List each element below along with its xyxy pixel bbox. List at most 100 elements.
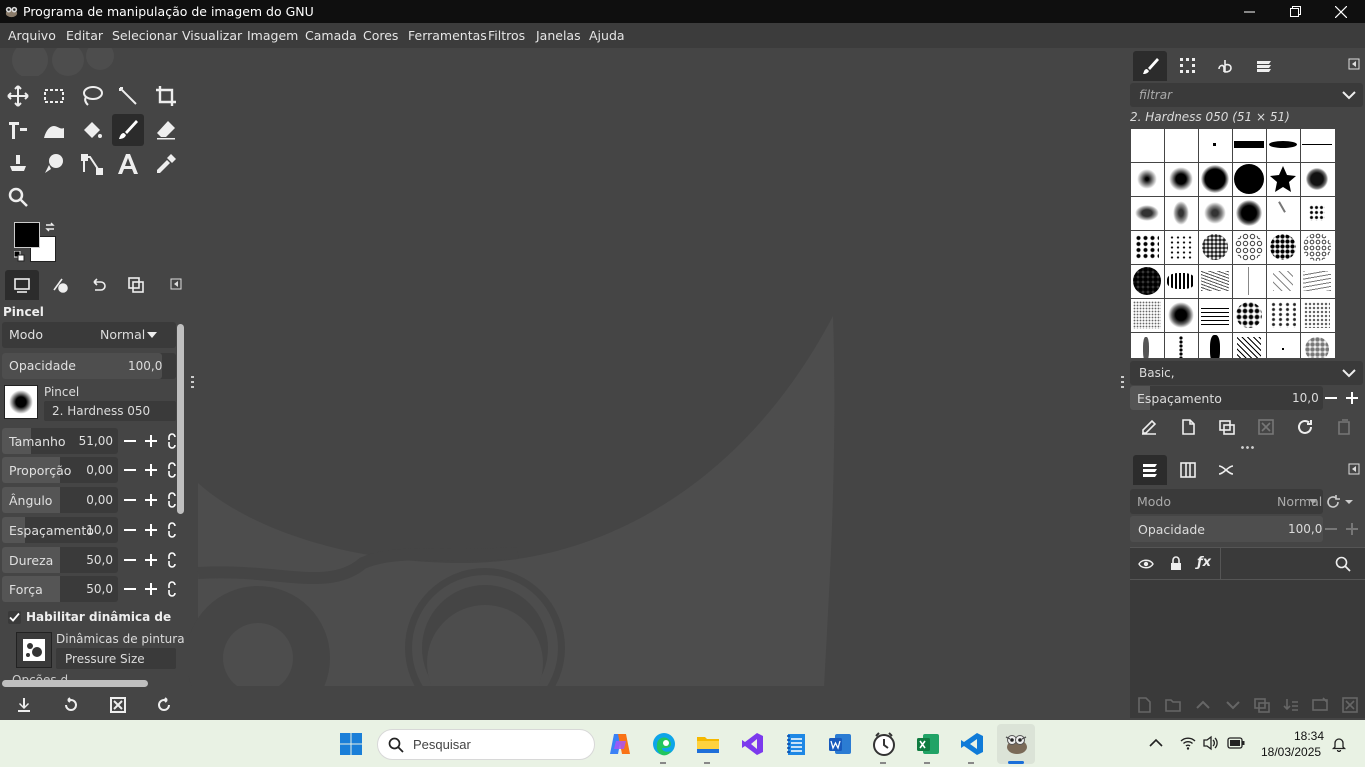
new-brush-button[interactable]: [1176, 415, 1200, 439]
brush-item[interactable]: [1233, 197, 1265, 229]
slider-5[interactable]: Força 50,0: [2, 576, 118, 602]
bucket-fill-tool-icon[interactable]: [76, 114, 108, 146]
menu-imagem[interactable]: Imagem: [247, 28, 298, 43]
slider-1[interactable]: Proporção 0,00: [2, 457, 118, 483]
brush-item[interactable]: [1165, 265, 1197, 297]
menu-arquivo[interactable]: Arquivo: [8, 28, 56, 43]
warp-transform-tool-icon[interactable]: [38, 114, 70, 146]
open-brush-file-button[interactable]: [1332, 415, 1356, 439]
effects-fx-icon[interactable]: ƒx: [1197, 555, 1211, 570]
menu-editar[interactable]: Editar: [66, 28, 103, 43]
dock-menu-icon[interactable]: [170, 278, 182, 290]
link-to-brush-button[interactable]: [163, 521, 181, 539]
brush-name-field[interactable]: 2. Hardness 050: [44, 401, 176, 421]
wifi-icon[interactable]: [1180, 735, 1196, 751]
fuzzy-select-tool-icon[interactable]: [112, 80, 144, 112]
foreground-color-swatch[interactable]: [14, 222, 40, 248]
tab-document-history[interactable]: [1247, 51, 1281, 81]
menu-camada[interactable]: Camada: [305, 28, 357, 43]
dock-menu-icon[interactable]: [1348, 463, 1360, 475]
brush-item[interactable]: [1199, 129, 1231, 161]
lower-layer-button[interactable]: [1221, 693, 1245, 717]
excel-app[interactable]: [909, 725, 947, 763]
brush-item[interactable]: [1131, 333, 1163, 358]
brush-item[interactable]: [1267, 231, 1299, 263]
save-tool-preset-button[interactable]: [12, 693, 36, 717]
maximize-button[interactable]: [1272, 0, 1318, 23]
lasso-tool-icon[interactable]: [76, 80, 108, 112]
eraser-tool-icon[interactable]: [150, 114, 182, 146]
zoom-tool-icon[interactable]: [2, 181, 34, 213]
dock-separator-handle[interactable]: [1240, 446, 1254, 449]
duplicate-brush-button[interactable]: [1215, 415, 1239, 439]
brush-item[interactable]: [1131, 197, 1163, 229]
slider-3[interactable]: Espaçamento 10,0: [2, 517, 118, 543]
paintbrush-tool-icon[interactable]: [112, 114, 144, 146]
brush-spacing-slider[interactable]: Espaçamento 10,0: [1130, 386, 1323, 410]
brush-item[interactable]: [1267, 265, 1299, 297]
clock-app[interactable]: [865, 725, 903, 763]
mode-dropdown[interactable]: Modo Normal: [2, 322, 176, 348]
merge-layer-button[interactable]: [1279, 693, 1303, 717]
restore-tool-preset-button[interactable]: [59, 693, 83, 717]
taskbar-date[interactable]: 18/03/2025: [1261, 745, 1321, 759]
brush-item[interactable]: [1165, 231, 1197, 263]
duplicate-layer-button[interactable]: [1250, 693, 1274, 717]
opacity-slider[interactable]: Opacidade 100,0: [2, 353, 176, 379]
plus-button[interactable]: [142, 551, 160, 569]
brush-item[interactable]: [1199, 231, 1231, 263]
chevron-up-icon[interactable]: [1149, 738, 1163, 748]
brush-item[interactable]: [1165, 333, 1197, 358]
default-colors-icon[interactable]: [14, 251, 25, 262]
search-icon[interactable]: [1335, 556, 1351, 572]
slider-2[interactable]: Ângulo 0,00: [2, 487, 118, 513]
tab-brushes[interactable]: [1133, 51, 1167, 81]
brush-filter-input[interactable]: filtrar: [1130, 83, 1363, 107]
crop-tool-icon[interactable]: [150, 80, 182, 112]
brush-item[interactable]: [1165, 129, 1197, 161]
layer-opacity-increase-button[interactable]: [1343, 520, 1361, 538]
minus-button[interactable]: [121, 491, 139, 509]
brush-item[interactable]: [1301, 299, 1333, 331]
visual-studio-app[interactable]: [733, 725, 771, 763]
notes-app[interactable]: [777, 725, 815, 763]
brush-item[interactable]: [1199, 197, 1231, 229]
tab-tool-options[interactable]: [5, 270, 39, 300]
brush-item[interactable]: [1233, 333, 1265, 358]
taskbar-search-box[interactable]: Pesquisar: [377, 729, 595, 760]
tab-patterns[interactable]: [1171, 51, 1205, 81]
brush-item[interactable]: [1199, 333, 1231, 358]
minimize-button[interactable]: [1226, 0, 1272, 23]
file-explorer-app[interactable]: [689, 725, 727, 763]
brush-item[interactable]: [1233, 299, 1265, 331]
layer-opacity-slider[interactable]: Opacidade 100,0: [1130, 516, 1323, 542]
text-tool-icon[interactable]: [112, 148, 144, 180]
brush-item[interactable]: [1301, 333, 1333, 358]
word-app[interactable]: [821, 725, 859, 763]
dynamics-field[interactable]: Pressure Size: [56, 648, 176, 669]
layer-mask-button[interactable]: [1308, 693, 1332, 717]
move-tool-icon[interactable]: [2, 80, 34, 112]
volume-icon[interactable]: [1202, 735, 1220, 751]
layer-mode-dropdown[interactable]: Modo Normal: [1130, 489, 1323, 514]
delete-brush-button[interactable]: [1254, 415, 1278, 439]
edit-brush-button[interactable]: [1137, 415, 1161, 439]
lock-icon[interactable]: [1170, 556, 1182, 571]
vertical-scrollbar[interactable]: [177, 324, 184, 514]
menu-janelas[interactable]: Janelas: [536, 28, 581, 43]
tab-paths[interactable]: [1209, 455, 1243, 485]
layer-composite-button[interactable]: [1326, 492, 1362, 512]
delete-layer-button[interactable]: [1338, 693, 1362, 717]
taskbar-time[interactable]: 18:34: [1294, 729, 1324, 743]
brush-item[interactable]: [1301, 197, 1333, 229]
brush-item[interactable]: [1267, 163, 1299, 195]
brush-item[interactable]: [1267, 129, 1299, 161]
brush-item[interactable]: [1131, 163, 1163, 195]
plus-button[interactable]: [142, 580, 160, 598]
brush-item[interactable]: [1267, 299, 1299, 331]
smudge-tool-icon[interactable]: [38, 148, 70, 180]
gimp-app[interactable]: [997, 725, 1035, 763]
spacing-increase-button[interactable]: [1343, 389, 1361, 407]
dynamics-checkbox[interactable]: [8, 611, 21, 624]
unified-transform-tool-icon[interactable]: [2, 114, 34, 146]
